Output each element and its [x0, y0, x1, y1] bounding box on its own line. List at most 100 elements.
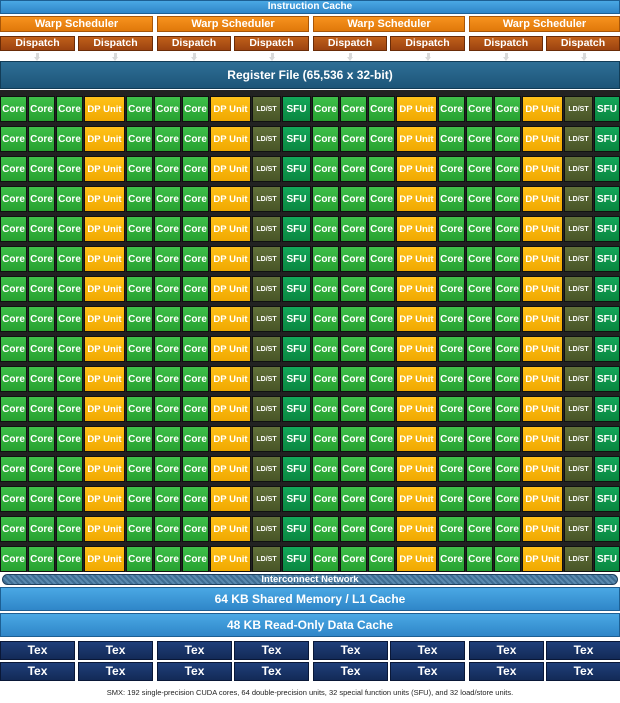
- cuda-core: Core: [0, 276, 27, 302]
- cuda-core: Core: [340, 126, 367, 152]
- cuda-core: Core: [438, 246, 465, 272]
- cuda-core: Core: [312, 306, 339, 332]
- cuda-core: Core: [56, 306, 83, 332]
- cuda-core: Core: [126, 216, 153, 242]
- cuda-core: Core: [494, 186, 521, 212]
- load-store-unit: LD/ST: [564, 546, 593, 572]
- sfu-unit: SFU: [282, 516, 311, 542]
- sfu-unit: SFU: [282, 216, 311, 242]
- cuda-core: Core: [28, 426, 55, 452]
- cuda-core: Core: [494, 96, 521, 122]
- dp-unit: DP Unit: [522, 246, 563, 272]
- dp-unit: DP Unit: [210, 156, 251, 182]
- dispatch-unit: Dispatch: [469, 36, 543, 51]
- dp-unit: DP Unit: [396, 306, 437, 332]
- cuda-core: Core: [466, 426, 493, 452]
- cuda-core: Core: [312, 426, 339, 452]
- cuda-core: Core: [182, 306, 209, 332]
- cuda-core: Core: [438, 456, 465, 482]
- cuda-core: Core: [56, 516, 83, 542]
- dp-unit: DP Unit: [210, 456, 251, 482]
- cuda-core: Core: [126, 126, 153, 152]
- cuda-core: Core: [28, 306, 55, 332]
- cuda-core: Core: [126, 336, 153, 362]
- cuda-core: Core: [182, 366, 209, 392]
- cuda-core: Core: [494, 396, 521, 422]
- cuda-core: Core: [438, 126, 465, 152]
- dp-unit: DP Unit: [210, 216, 251, 242]
- dp-unit: DP Unit: [84, 126, 125, 152]
- cuda-core: Core: [466, 456, 493, 482]
- load-store-unit: LD/ST: [252, 306, 281, 332]
- dp-unit: DP Unit: [396, 456, 437, 482]
- dp-unit: DP Unit: [210, 426, 251, 452]
- dp-unit: DP Unit: [210, 336, 251, 362]
- cuda-core: Core: [0, 336, 27, 362]
- cuda-core: Core: [466, 366, 493, 392]
- sfu-unit: SFU: [594, 336, 620, 362]
- warp-scheduler: Warp Scheduler: [157, 16, 309, 32]
- sfu-unit: SFU: [282, 456, 311, 482]
- cuda-core: Core: [312, 516, 339, 542]
- load-store-unit: LD/ST: [564, 276, 593, 302]
- dp-unit: DP Unit: [522, 306, 563, 332]
- cuda-core: Core: [466, 546, 493, 572]
- cuda-core: Core: [494, 426, 521, 452]
- figure-caption: SMX: 192 single-precision CUDA cores, 64…: [106, 688, 514, 697]
- load-store-unit: LD/ST: [252, 186, 281, 212]
- cuda-core: Core: [28, 246, 55, 272]
- cuda-core: Core: [154, 426, 181, 452]
- read-only-data-cache: 48 KB Read-Only Data Cache: [0, 613, 620, 637]
- cuda-core: Core: [154, 366, 181, 392]
- dp-unit: DP Unit: [84, 216, 125, 242]
- cuda-core: Core: [28, 516, 55, 542]
- cuda-core: Core: [368, 216, 395, 242]
- texture-unit: Tex: [234, 662, 309, 681]
- cuda-core: Core: [28, 456, 55, 482]
- cuda-core: Core: [126, 156, 153, 182]
- cuda-core: Core: [368, 366, 395, 392]
- cuda-core: Core: [438, 276, 465, 302]
- load-store-unit: LD/ST: [564, 456, 593, 482]
- cuda-core: Core: [182, 96, 209, 122]
- texture-unit: Tex: [390, 662, 465, 681]
- dp-unit: DP Unit: [396, 426, 437, 452]
- load-store-unit: LD/ST: [252, 246, 281, 272]
- texture-unit: Tex: [469, 662, 544, 681]
- sfu-unit: SFU: [594, 546, 620, 572]
- cuda-core: Core: [182, 126, 209, 152]
- shared-memory-l1-cache: 64 KB Shared Memory / L1 Cache: [0, 587, 620, 611]
- load-store-unit: LD/ST: [252, 486, 281, 512]
- cuda-core: Core: [368, 396, 395, 422]
- texture-unit: Tex: [234, 641, 309, 660]
- cuda-core: Core: [154, 546, 181, 572]
- sfu-unit: SFU: [594, 366, 620, 392]
- dp-unit: DP Unit: [396, 126, 437, 152]
- cuda-core: Core: [28, 546, 55, 572]
- load-store-unit: LD/ST: [564, 306, 593, 332]
- sfu-unit: SFU: [594, 246, 620, 272]
- load-store-unit: LD/ST: [252, 456, 281, 482]
- cuda-core: Core: [28, 186, 55, 212]
- cuda-core: Core: [466, 216, 493, 242]
- cuda-core: Core: [154, 456, 181, 482]
- load-store-unit: LD/ST: [564, 246, 593, 272]
- cuda-core: Core: [0, 366, 27, 392]
- cuda-core: Core: [182, 516, 209, 542]
- cuda-core: Core: [312, 246, 339, 272]
- sfu-unit: SFU: [282, 306, 311, 332]
- cuda-core: Core: [312, 96, 339, 122]
- cuda-core: Core: [466, 276, 493, 302]
- dp-unit: DP Unit: [84, 456, 125, 482]
- cuda-core: Core: [368, 426, 395, 452]
- cuda-core: Core: [182, 216, 209, 242]
- load-store-unit: LD/ST: [252, 276, 281, 302]
- load-store-unit: LD/ST: [252, 366, 281, 392]
- dp-unit: DP Unit: [84, 276, 125, 302]
- sfu-unit: SFU: [594, 156, 620, 182]
- execution-unit-grid: Core Core Core DP Unit Core Core Core DP Unit LD…: [0, 90, 620, 572]
- cuda-core: Core: [28, 156, 55, 182]
- cuda-core: Core: [0, 186, 27, 212]
- cuda-core: Core: [368, 126, 395, 152]
- load-store-unit: LD/ST: [252, 396, 281, 422]
